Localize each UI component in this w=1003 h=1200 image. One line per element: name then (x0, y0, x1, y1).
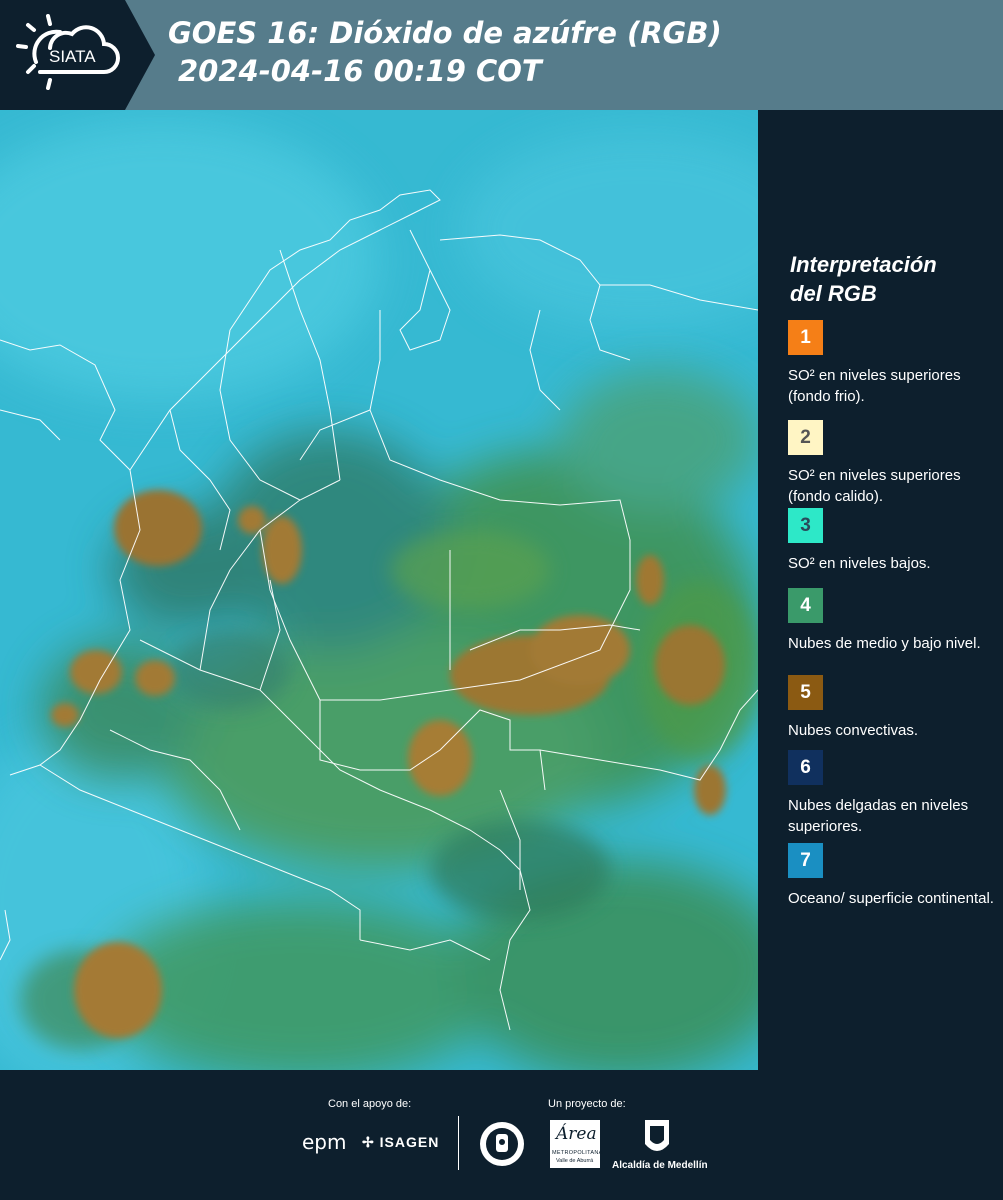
legend-label: Nubes delgadas en niveles superiores. (788, 797, 969, 835)
epm-logo: epm (302, 1130, 347, 1154)
legend-item: 2 SO² en niveles superiores (fondo calido… (788, 420, 998, 507)
siata-logo: SIATA (0, 0, 155, 110)
project-caption: Un proyecto de: (548, 1098, 626, 1110)
area-metropolitana-logo: Área METROPOLITANA Valle de Aburrá (550, 1120, 603, 1168)
legend-label: Nubes convectivas. (788, 722, 919, 739)
alcaldia-logo-text: Alcaldía de Medellín (612, 1160, 708, 1171)
satellite-image (0, 110, 758, 1070)
footer-bar: Con el apoyo de: Un proyecto de: epm ✢ I… (0, 1070, 1003, 1200)
legend-item: 5 Nubes convectivas. (788, 675, 998, 741)
legend-item: 7 Oceano/ superficie continental. (788, 843, 998, 909)
isagen-logo-text: ISAGEN (379, 1134, 440, 1150)
satellite-rgb-map (0, 110, 758, 1070)
legend-swatch: 1 (788, 320, 823, 355)
siata-logo-text: SIATA (49, 47, 96, 66)
area-logo-subtext2: Valle de Aburrá (556, 1158, 594, 1164)
header-bar: SIATA GOES 16: Dióxido de azúfre (RGB) 2… (0, 0, 1003, 110)
page-timestamp: 2024-04-16 00:19 COT (178, 54, 542, 88)
legend-swatch: 2 (788, 420, 823, 455)
sun-cloud-icon: SIATA (16, 14, 120, 90)
medellin-seal-icon (480, 1122, 524, 1166)
isagen-logo: ✢ ISAGEN (362, 1134, 439, 1151)
legend-swatch: 3 (788, 508, 823, 543)
legend-title: Interpretación del RGB (790, 252, 937, 306)
area-logo-text: Área (556, 1124, 597, 1144)
legend-label: Nubes de medio y bajo nivel. (788, 635, 981, 652)
legend-item: 6 Nubes delgadas en niveles superiores. (788, 750, 998, 837)
page-title: GOES 16: Dióxido de azúfre (RGB) (168, 16, 722, 50)
legend-panel: Interpretación del RGB 1 SO² en niveles s… (758, 110, 1003, 1070)
area-logo-subtext: METROPOLITANA (552, 1150, 603, 1156)
legend-swatch: 6 (788, 750, 823, 785)
legend-label: SO² en niveles superiores (fondo calido)… (788, 467, 961, 505)
isagen-mark-icon: ✢ (362, 1134, 375, 1150)
support-caption: Con el apoyo de: (328, 1098, 412, 1110)
legend-label: Oceano/ superficie continental. (788, 890, 994, 907)
legend-item: 4 Nubes de medio y bajo nivel. (788, 588, 998, 654)
legend-label: SO² en niveles bajos. (788, 555, 931, 572)
legend-label: SO² en niveles superiores (fondo frio). (788, 367, 961, 405)
legend-item: 3 SO² en niveles bajos. (788, 508, 998, 574)
footer-divider (458, 1116, 459, 1170)
legend-swatch: 4 (788, 588, 823, 623)
legend-swatch: 5 (788, 675, 823, 710)
legend-item: 1 SO² en niveles superiores (fondo frio). (788, 320, 998, 407)
alcaldia-shield-icon (645, 1120, 669, 1151)
legend-swatch: 7 (788, 843, 823, 878)
